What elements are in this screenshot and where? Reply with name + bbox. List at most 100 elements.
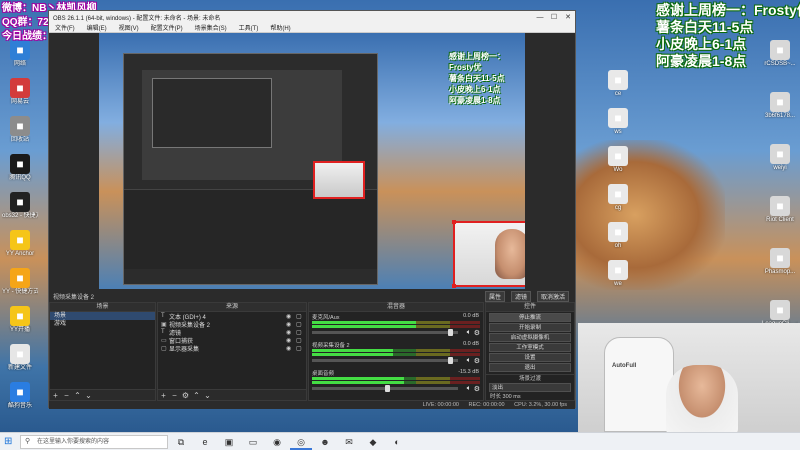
taskbar-camera-icon[interactable]: ◐ <box>386 434 408 450</box>
filters-button[interactable]: 滤镜 <box>510 290 531 302</box>
taskbar-store-icon[interactable]: ▣ <box>218 434 240 450</box>
speaker-icon[interactable]: 🔈︎ <box>467 357 471 365</box>
up-icon[interactable]: ⌃ <box>72 391 83 400</box>
lock-icon[interactable]: ▢ <box>296 337 306 344</box>
start-recording-button[interactable]: 开始录制 <box>489 323 571 332</box>
windows-start-icon[interactable]: ⊞ <box>4 436 18 447</box>
maximize-icon[interactable]: ☐ <box>547 13 561 21</box>
desktop-icon[interactable]: ■ Phasmop... <box>762 248 798 288</box>
obs-window[interactable]: OBS 26.1.1 (64-bit, windows) - 配置文件: 未命名… <box>48 10 576 409</box>
close-icon[interactable]: ✕ <box>561 13 575 21</box>
desktop-icon[interactable]: ■ 新建文件 <box>2 344 38 384</box>
down-icon[interactable]: ⌄ <box>202 391 213 400</box>
taskbar-chrome-icon[interactable]: ◉ <box>266 434 288 450</box>
minimize-icon[interactable]: — <box>533 14 547 21</box>
obs-preview[interactable]: 感谢上周榜一：Frosty优 薯条白天11-5点 小皮晚上6-1点 阿豪凌晨1-… <box>99 33 525 289</box>
eye-icon[interactable]: ◉ <box>286 337 296 344</box>
menu-view[interactable]: 视图(V) <box>113 23 145 32</box>
desktop-icon[interactable]: ■ weiyi <box>762 144 798 184</box>
taskbar-qq-icon[interactable]: ✉ <box>338 434 360 450</box>
desktop-icon[interactable]: ■ Wo <box>600 146 636 186</box>
speaker-icon[interactable]: 🔈︎ <box>467 329 471 337</box>
desktop-icon[interactable]: ■ 回收站 <box>2 116 38 156</box>
scene-item[interactable]: 场景 <box>50 312 155 320</box>
eye-icon[interactable]: ◉ <box>286 345 296 352</box>
add-icon[interactable]: + <box>158 391 169 400</box>
desktop-icon[interactable]: ■ YY Anchor <box>2 230 38 270</box>
mixer-channel: 麦克风/Aux 0.0 dB 🔈︎ ⚙ <box>309 312 483 340</box>
remove-icon[interactable]: − <box>169 391 180 400</box>
gear-icon[interactable]: ⚙ <box>474 385 480 393</box>
desktop-icon[interactable]: ■ 酷狗音乐 <box>2 382 38 422</box>
menu-file[interactable]: 文件(F) <box>49 23 81 32</box>
obs-titlebar[interactable]: OBS 26.1.1 (64-bit, windows) - 配置文件: 未命名… <box>49 11 575 23</box>
taskbar-yy-icon[interactable]: ☻ <box>314 434 336 450</box>
overlay-schedule-3: 阿豪凌晨1-8点 <box>656 53 747 69</box>
virtual-camera-button[interactable]: 启动虚拟摄像机 <box>489 333 571 342</box>
level-meter <box>312 325 480 328</box>
studio-mode-button[interactable]: 工作室模式 <box>489 343 571 352</box>
volume-slider[interactable] <box>312 329 458 336</box>
add-icon[interactable]: + <box>50 391 61 400</box>
down-icon[interactable]: ⌄ <box>83 391 94 400</box>
speaker-icon[interactable]: 🔈︎ <box>467 385 471 393</box>
taskbar-search-input[interactable]: ⚲ 在这里输入你要搜索的内容 <box>20 434 168 449</box>
menu-profile[interactable]: 配置文件(P) <box>145 23 189 32</box>
resize-handle[interactable] <box>452 284 456 288</box>
slider-knob[interactable] <box>384 385 390 392</box>
gear-icon[interactable]: ⚙ <box>474 357 480 365</box>
level-fill <box>312 321 417 324</box>
menu-tools[interactable]: 工具(T) <box>233 23 265 32</box>
webcam-source-selected[interactable] <box>452 220 525 288</box>
lock-icon[interactable]: ▢ <box>296 321 306 328</box>
desktop-icon[interactable]: ■ Riot Client <box>762 196 798 236</box>
transition-duration[interactable]: 时长 300 ms <box>486 393 574 402</box>
stop-streaming-button[interactable]: 停止推流 <box>489 313 571 322</box>
gear-icon[interactable]: ⚙ <box>180 391 191 400</box>
transition-select[interactable]: 淡出 <box>489 383 571 392</box>
gear-icon[interactable]: ⚙ <box>474 329 480 337</box>
desktop-icon[interactable]: ■obs32 - 快捷方式 <box>2 192 38 232</box>
desktop-icon[interactable]: ■ ce <box>600 70 636 110</box>
lock-icon[interactable]: ▢ <box>296 345 306 352</box>
desktop-icon[interactable]: ■ oh <box>600 222 636 262</box>
settings-button[interactable]: 设置 <box>489 353 571 362</box>
menu-edit[interactable]: 编辑(E) <box>81 23 113 32</box>
source-item[interactable]: ▢ 显示器采集 ◉ ▢ <box>158 344 306 353</box>
search-placeholder: 在这里输入你要搜索的内容 <box>37 438 110 445</box>
lock-icon[interactable]: ▢ <box>296 313 306 320</box>
desktop-icon[interactable]: ■ 网易云 <box>2 78 38 118</box>
remove-icon[interactable]: − <box>61 391 72 400</box>
desktop-icon[interactable]: ■ YY开播 <box>2 306 38 346</box>
desktop-icon[interactable]: ■ ws <box>600 108 636 148</box>
scene-item[interactable]: 游戏 <box>50 320 155 328</box>
desktop-icon[interactable]: ■ 网络 <box>2 40 38 80</box>
menu-help[interactable]: 帮助(H) <box>264 23 296 32</box>
desktop-icon[interactable]: ■ 3b6f6178... <box>762 92 798 132</box>
slider-knob[interactable] <box>447 329 453 336</box>
eye-icon[interactable]: ◉ <box>286 321 296 328</box>
taskbar-obs-icon[interactable]: ◎ <box>290 434 312 450</box>
lock-icon[interactable]: ▢ <box>296 329 306 336</box>
volume-slider[interactable] <box>312 357 458 364</box>
eye-icon[interactable]: ◉ <box>286 313 296 320</box>
desktop-icon[interactable]: ■ YY - 快捷方式 <box>2 268 38 308</box>
desktop-icon-label: cg <box>614 205 622 211</box>
properties-button[interactable]: 属性 <box>484 290 505 302</box>
taskbar-edge-icon[interactable]: e <box>194 434 216 450</box>
taskbar-riot-icon[interactable]: ◆ <box>362 434 384 450</box>
desktop-icon[interactable]: ■ 腾讯QQ <box>2 154 38 194</box>
up-icon[interactable]: ⌃ <box>191 391 202 400</box>
duration-value[interactable]: 300 ms <box>503 394 521 400</box>
slider-knob[interactable] <box>447 357 453 364</box>
eye-icon[interactable]: ◉ <box>286 329 296 336</box>
exit-button[interactable]: 退出 <box>489 363 571 372</box>
taskbar-explorer-icon[interactable]: ▭ <box>242 434 264 450</box>
menu-scene-collection[interactable]: 场景集合(S) <box>189 23 233 32</box>
desktop-icon[interactable]: ■ we <box>600 260 636 300</box>
taskbar-task-view-icon[interactable]: ⧉ <box>170 434 192 450</box>
desktop-icon[interactable]: ■ cg <box>600 184 636 224</box>
deactivate-button[interactable]: 取消激活 <box>536 290 569 302</box>
volume-slider[interactable] <box>312 385 458 392</box>
resize-handle[interactable] <box>452 220 456 224</box>
